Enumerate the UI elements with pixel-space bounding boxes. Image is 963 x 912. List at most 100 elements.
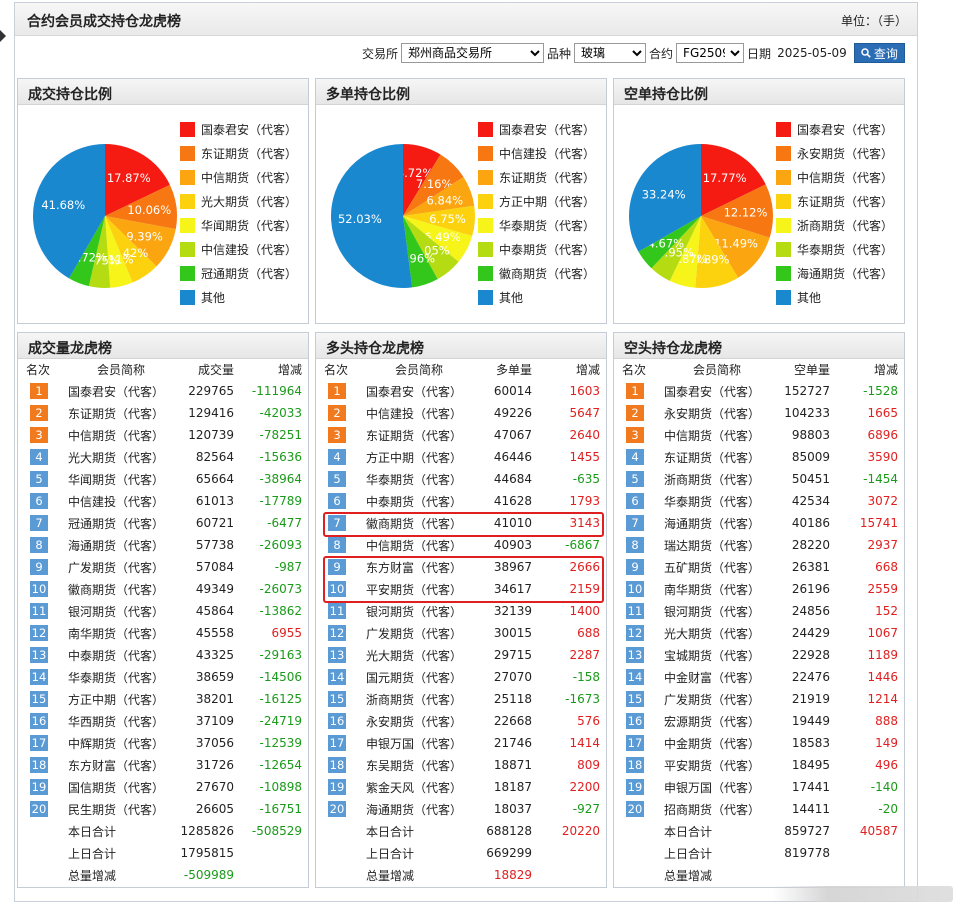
table-row[interactable]: 3 东证期货（代客） 47067 2640	[316, 424, 606, 446]
legend-item[interactable]: 光大期货（代客）	[180, 189, 297, 213]
member-name[interactable]: 银河期货（代客）	[360, 600, 472, 622]
table-row[interactable]: 5 华泰期货（代客） 44684 -635	[316, 468, 606, 490]
member-name[interactable]: 光大期货（代客）	[62, 446, 174, 468]
table-row[interactable]: 17 申银万国（代客） 21746 1414	[316, 732, 606, 754]
member-name[interactable]: 东证期货（代客）	[360, 424, 472, 446]
table-row[interactable]: 6 中信建投（代客） 61013 -17789	[18, 490, 308, 512]
legend-item[interactable]: 浙商期货（代客）	[776, 213, 893, 237]
member-name[interactable]: 光大期货（代客）	[360, 644, 472, 666]
table-row[interactable]: 5 华闻期货（代客） 65664 -38964	[18, 468, 308, 490]
member-name[interactable]: 国信期货（代客）	[62, 776, 174, 798]
member-name[interactable]: 南华期货（代客）	[62, 622, 174, 644]
table-row[interactable]: 15 方正中期（代客） 38201 -16125	[18, 688, 308, 710]
legend-item[interactable]: 东证期货（代客）	[478, 165, 595, 189]
legend-item[interactable]: 东证期货（代客）	[180, 141, 297, 165]
member-name[interactable]: 广发期货（代客）	[360, 622, 472, 644]
member-name[interactable]: 光大期货（代客）	[658, 622, 770, 644]
table-row[interactable]: 18 东方财富（代客） 31726 -12654	[18, 754, 308, 776]
table-row[interactable]: 13 宝城期货（代客） 22928 1189	[614, 644, 904, 666]
legend-item[interactable]: 华泰期货（代客）	[478, 213, 595, 237]
member-name[interactable]: 中信期货（代客）	[62, 424, 174, 446]
table-row[interactable]: 11 银河期货（代客） 45864 -13862	[18, 600, 308, 622]
table-row[interactable]: 8 中信期货（代客） 40903 -6867	[316, 534, 606, 556]
legend-item[interactable]: 国泰君安（代客）	[180, 117, 297, 141]
table-row[interactable]: 8 瑞达期货（代客） 28220 2937	[614, 534, 904, 556]
legend-item[interactable]: 中信期货（代客）	[776, 165, 893, 189]
date-value[interactable]: 2025-05-09	[777, 46, 847, 60]
member-name[interactable]: 国元期货（代客）	[360, 666, 472, 688]
member-name[interactable]: 广发期货（代客）	[658, 688, 770, 710]
table-row[interactable]: 20 民生期货（代客） 26605 -16751	[18, 798, 308, 820]
table-row[interactable]: 14 华泰期货（代客） 38659 -14506	[18, 666, 308, 688]
table-row[interactable]: 12 光大期货（代客） 24429 1067	[614, 622, 904, 644]
member-name[interactable]: 冠通期货（代客）	[62, 512, 174, 534]
member-name[interactable]: 申银万国（代客）	[360, 732, 472, 754]
table-row[interactable]: 20 招商期货（代客） 14411 -20	[614, 798, 904, 820]
member-name[interactable]: 东吴期货（代客）	[360, 754, 472, 776]
table-row[interactable]: 10 徽商期货（代客） 49349 -26073	[18, 578, 308, 600]
member-name[interactable]: 招商期货（代客）	[658, 798, 770, 820]
table-row[interactable]: 20 海通期货（代客） 18037 -927	[316, 798, 606, 820]
table-row[interactable]: 19 申银万国（代客） 17441 -140	[614, 776, 904, 798]
member-name[interactable]: 广发期货（代客）	[62, 556, 174, 578]
table-row[interactable]: 16 华西期货（代客） 37109 -24719	[18, 710, 308, 732]
member-name[interactable]: 五矿期货（代客）	[658, 556, 770, 578]
member-name[interactable]: 中辉期货（代客）	[62, 732, 174, 754]
table-row[interactable]: 16 宏源期货（代客） 19449 888	[614, 710, 904, 732]
table-row[interactable]: 11 银河期货（代客） 32139 1400	[316, 600, 606, 622]
member-name[interactable]: 东证期货（代客）	[658, 446, 770, 468]
member-name[interactable]: 徽商期货（代客）	[62, 578, 174, 600]
member-name[interactable]: 国泰君安（代客）	[658, 380, 770, 402]
member-name[interactable]: 永安期货（代客）	[360, 710, 472, 732]
table-row[interactable]: 1 国泰君安（代客） 229765 -111964	[18, 380, 308, 402]
table-row[interactable]: 2 中信建投（代客） 49226 5647	[316, 402, 606, 424]
contract-select[interactable]: FG2509	[676, 43, 745, 63]
product-select[interactable]: 玻璃	[574, 43, 647, 63]
table-row[interactable]: 1 国泰君安（代客） 152727 -1528	[614, 380, 904, 402]
table-row[interactable]: 13 中泰期货（代客） 43325 -29163	[18, 644, 308, 666]
table-row[interactable]: 1 国泰君安（代客） 60014 1603	[316, 380, 606, 402]
member-name[interactable]: 中信建投（代客）	[360, 402, 472, 424]
table-row[interactable]: 17 中金期货（代客） 18583 149	[614, 732, 904, 754]
table-row[interactable]: 18 东吴期货（代客） 18871 809	[316, 754, 606, 776]
member-name[interactable]: 海通期货（代客）	[360, 798, 472, 820]
member-name[interactable]: 华西期货（代客）	[62, 710, 174, 732]
member-name[interactable]: 中信期货（代客）	[360, 534, 472, 556]
table-row[interactable]: 14 国元期货（代客） 27070 -158	[316, 666, 606, 688]
member-name[interactable]: 海通期货（代客）	[658, 512, 770, 534]
table-row[interactable]: 4 方正中期（代客） 46446 1455	[316, 446, 606, 468]
member-name[interactable]: 紫金天风（代客）	[360, 776, 472, 798]
member-name[interactable]: 东方财富（代客）	[62, 754, 174, 776]
table-row[interactable]: 12 南华期货（代客） 45558 6955	[18, 622, 308, 644]
table-row[interactable]: 16 永安期货（代客） 22668 576	[316, 710, 606, 732]
member-name[interactable]: 浙商期货（代客）	[658, 468, 770, 490]
member-name[interactable]: 宏源期货（代客）	[658, 710, 770, 732]
member-name[interactable]: 银河期货（代客）	[62, 600, 174, 622]
legend-item[interactable]: 其他	[776, 285, 893, 309]
member-name[interactable]: 浙商期货（代客）	[360, 688, 472, 710]
member-name[interactable]: 方正中期（代客）	[62, 688, 174, 710]
table-row[interactable]: 9 广发期货（代客） 57084 -987	[18, 556, 308, 578]
table-row[interactable]: 2 东证期货（代客） 129416 -42033	[18, 402, 308, 424]
member-name[interactable]: 方正中期（代客）	[360, 446, 472, 468]
legend-item[interactable]: 徽商期货（代客）	[478, 261, 595, 285]
table-row[interactable]: 13 光大期货（代客） 29715 2287	[316, 644, 606, 666]
legend-item[interactable]: 华闻期货（代客）	[180, 213, 297, 237]
table-row[interactable]: 4 光大期货（代客） 82564 -15636	[18, 446, 308, 468]
collapse-arrow-icon[interactable]	[0, 30, 6, 42]
legend-item[interactable]: 其他	[180, 285, 297, 309]
member-name[interactable]: 东证期货（代客）	[62, 402, 174, 424]
legend-item[interactable]: 东证期货（代客）	[776, 189, 893, 213]
member-name[interactable]: 银河期货（代客）	[658, 600, 770, 622]
table-row[interactable]: 11 银河期货（代客） 24856 152	[614, 600, 904, 622]
table-row[interactable]: 17 中辉期货（代客） 37056 -12539	[18, 732, 308, 754]
table-row[interactable]: 6 华泰期货（代客） 42534 3072	[614, 490, 904, 512]
member-name[interactable]: 中泰期货（代客）	[360, 490, 472, 512]
legend-item[interactable]: 华泰期货（代客）	[776, 237, 893, 261]
table-row[interactable]: 5 浙商期货（代客） 50451 -1454	[614, 468, 904, 490]
member-name[interactable]: 中信期货（代客）	[658, 424, 770, 446]
table-row[interactable]: 14 中金财富（代客） 22476 1446	[614, 666, 904, 688]
member-name[interactable]: 中金财富（代客）	[658, 666, 770, 688]
member-name[interactable]: 南华期货（代客）	[658, 578, 770, 600]
exchange-select[interactable]: 郑州商品交易所	[401, 43, 545, 63]
